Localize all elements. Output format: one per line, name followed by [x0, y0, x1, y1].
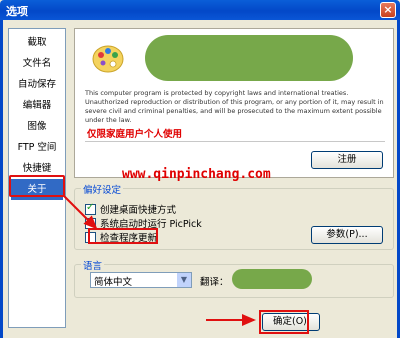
sidebar-item-editor[interactable]: 编辑器 [9, 95, 65, 116]
option-label: 创建桌面快捷方式 [100, 205, 177, 216]
checkbox-run-at-startup[interactable] [85, 217, 96, 229]
language-select-value: 简体中文 [94, 277, 133, 288]
highlight-box-check-updates [88, 228, 158, 244]
watermark-text: www.qinpinchang.com [122, 167, 271, 182]
divider [85, 141, 385, 142]
language-select[interactable]: 简体中文 ▼ [90, 272, 192, 288]
highlight-box-ok [259, 310, 309, 334]
picpick-logo-icon [92, 45, 124, 73]
title-bar: 选项 × [0, 0, 400, 20]
license-text: 仅限家庭用户个人使用 [87, 129, 183, 140]
window-title: 选项 [6, 5, 28, 18]
preferences-group-title: 偏好设定 [81, 182, 124, 196]
highlight-box-about [9, 175, 65, 197]
about-panel: This computer program is protected by co… [74, 28, 394, 178]
sidebar-item-image[interactable]: 图像 [9, 116, 65, 137]
checkbox-create-shortcut[interactable] [85, 202, 96, 215]
sidebar-item-filename[interactable]: 文件名 [9, 53, 65, 74]
redacted-product-name [145, 35, 353, 81]
redacted-translator-name [232, 269, 312, 289]
register-button[interactable]: 注册 [311, 151, 383, 169]
chevron-down-icon[interactable]: ▼ [176, 273, 191, 287]
close-button[interactable]: × [380, 2, 396, 18]
params-button[interactable]: 参数(P)... [311, 226, 383, 244]
window-frame-left [0, 20, 3, 338]
translator-label: 翻译： [200, 277, 229, 288]
language-group-title: 语言 [81, 258, 105, 272]
sidebar-item-capture[interactable]: 截取 [9, 32, 65, 53]
sidebar-item-autosave[interactable]: 自动保存 [9, 74, 65, 95]
sidebar-item-ftp[interactable]: FTP 空间 [9, 137, 65, 158]
option-create-shortcut[interactable]: 创建桌面快捷方式 [85, 202, 176, 216]
copyright-notice: This computer program is protected by co… [85, 89, 384, 124]
